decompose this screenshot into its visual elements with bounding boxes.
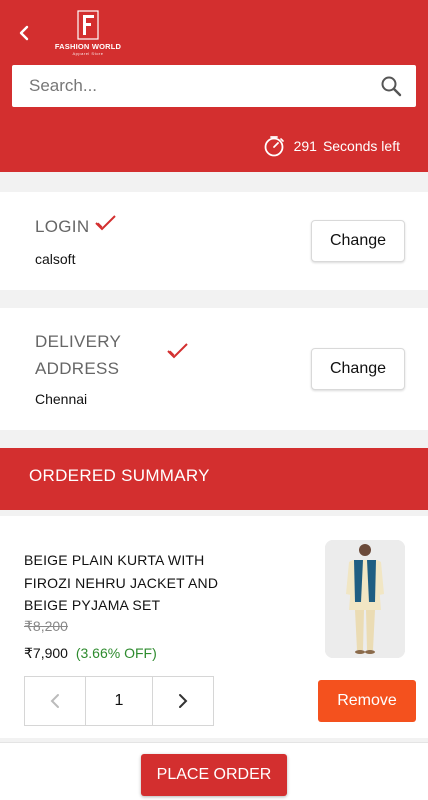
brand-logo[interactable]: FASHION WORLD Apparel Store [48, 10, 128, 58]
chevron-left-icon [50, 694, 59, 708]
delivery-title-line1: DELIVERY [35, 332, 122, 351]
session-timer: 291 Seconds left [263, 134, 400, 158]
stopwatch-icon [264, 136, 284, 157]
delivery-city: Chennai [35, 391, 88, 407]
quantity-value[interactable]: 1 [85, 677, 153, 725]
product-original-price: ₹8,200 [24, 618, 68, 634]
place-order-button[interactable]: PLACE ORDER [141, 754, 287, 796]
checkmark-icon [167, 343, 188, 359]
change-address-button[interactable]: Change [311, 348, 405, 390]
login-username: calsoft [35, 251, 76, 267]
delivery-address-section: DELIVERY ADDRESS Chennai Change [0, 308, 428, 430]
brand-name: FASHION WORLD [54, 42, 122, 51]
remove-item-button[interactable]: Remove [318, 680, 416, 722]
product-discount: (3.66% OFF) [75, 645, 157, 661]
back-button[interactable] [14, 22, 36, 44]
login-section: LOGIN calsoft Change [0, 192, 428, 290]
checkmark-icon [95, 215, 116, 231]
search-input[interactable] [12, 65, 372, 107]
product-image[interactable] [325, 540, 405, 658]
chevron-right-icon [179, 694, 188, 708]
logo-f-icon [77, 10, 99, 40]
login-title: LOGIN [35, 217, 90, 236]
ordered-summary-header: ORDERED SUMMARY [0, 448, 428, 510]
product-model-image [325, 540, 405, 658]
increase-quantity-button[interactable] [153, 677, 213, 725]
quantity-stepper: 1 [24, 676, 214, 726]
product-price-row: ₹7,900 (3.66% OFF) [24, 645, 157, 662]
change-login-button[interactable]: Change [311, 220, 405, 262]
search-icon[interactable] [380, 75, 402, 97]
app-header: FASHION WORLD Apparel Store 291 Seconds … [0, 0, 428, 172]
timer-count: 291 [293, 138, 317, 154]
delivery-title-line2: ADDRESS [35, 359, 120, 378]
product-price: ₹7,900 [24, 645, 68, 661]
decrease-quantity-button[interactable] [25, 677, 85, 725]
checkout-footer: PLACE ORDER [0, 742, 428, 800]
search-bar [12, 65, 416, 107]
product-name: BEIGE PLAIN KURTA WITH FIROZI NEHRU JACK… [24, 552, 219, 613]
back-arrow-icon [19, 25, 29, 41]
timer-suffix: Seconds left [322, 138, 400, 154]
brand-tagline: Apparel Store [72, 51, 104, 56]
